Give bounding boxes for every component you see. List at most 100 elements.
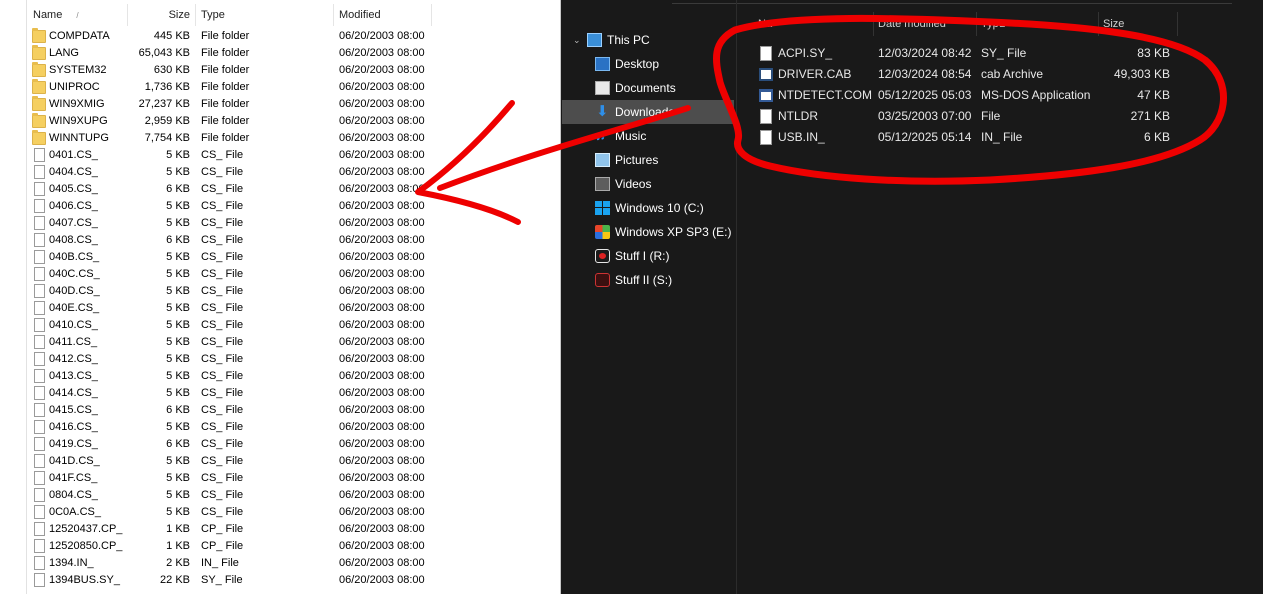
nav-item[interactable]: Windows 10 (C:) xyxy=(562,196,734,220)
chevron-down-icon[interactable]: ⌄ xyxy=(573,28,581,52)
nav-item[interactable]: Pictures xyxy=(562,148,734,172)
table-row[interactable]: 040E.CS_ 5 KB CS_ File 06/20/2003 08:00 xyxy=(28,300,560,317)
file-size: 5 KB xyxy=(166,166,190,178)
table-row[interactable]: 041F.CS_ 5 KB CS_ File 06/20/2003 08:00 xyxy=(28,470,560,487)
column-header-name[interactable]: Na xyxy=(754,12,874,36)
table-row[interactable]: 040B.CS_ 5 KB CS_ File 06/20/2003 08:00 xyxy=(28,249,560,266)
table-row[interactable]: LANG 65,043 KB File folder 06/20/2003 08:00 xyxy=(28,45,560,62)
column-header-size[interactable]: Size xyxy=(128,4,196,26)
file-name: 0C0A.CS_ xyxy=(49,506,101,518)
nav-item[interactable]: Desktop xyxy=(562,52,734,76)
nav-item[interactable]: Downloads xyxy=(562,100,734,124)
table-row[interactable]: 0804.CS_ 5 KB CS_ File 06/20/2003 08:00 xyxy=(28,487,560,504)
table-row[interactable]: 1394.IN_ 2 KB IN_ File 06/20/2003 08:00 xyxy=(28,555,560,572)
file-type: CS_ File xyxy=(201,506,244,518)
table-row[interactable]: UNIPROC 1,736 KB File folder 06/20/2003 08:… xyxy=(28,79,560,96)
file-type: File folder xyxy=(201,132,250,144)
nav-item[interactable]: Videos xyxy=(562,172,734,196)
file-icon xyxy=(34,369,45,383)
nav-item[interactable]: Stuff II (S:) xyxy=(562,268,734,292)
table-row[interactable]: 0419.CS_ 6 KB CS_ File 06/20/2003 08:00 xyxy=(28,436,560,453)
file-date-modified: 12/03/2024 08:54 xyxy=(878,67,972,81)
table-row[interactable]: 040D.CS_ 5 KB CS_ File 06/20/2003 08:00 xyxy=(28,283,560,300)
table-row[interactable]: 0405.CS_ 6 KB CS_ File 06/20/2003 08:00 xyxy=(28,181,560,198)
column-header-modified[interactable]: Modified xyxy=(334,4,432,26)
table-row[interactable]: 12520850.CP_ 1 KB CP_ File 06/20/2003 08:00 xyxy=(28,538,560,555)
pane-divider[interactable] xyxy=(736,0,737,594)
file-date-modified: 12/03/2024 08:42 xyxy=(878,46,972,60)
file-type: CS_ File xyxy=(201,489,244,501)
nav-item[interactable]: Windows XP SP3 (E:) xyxy=(562,220,734,244)
file-size: 6 KB xyxy=(1143,130,1170,144)
table-row[interactable]: 0411.CS_ 5 KB CS_ File 06/20/2003 08:00 xyxy=(28,334,560,351)
table-row[interactable]: ACPI.SY_ 12/03/2024 08:42 SY_ File 83 KB xyxy=(754,43,1184,64)
desktop-icon xyxy=(595,57,610,71)
table-row[interactable]: 12520437.CP_ 1 KB CP_ File 06/20/2003 08:00 xyxy=(28,521,560,538)
table-row[interactable]: COMPDATA 445 KB File folder 06/20/2003 08:0… xyxy=(28,28,560,45)
table-row[interactable]: 0407.CS_ 5 KB CS_ File 06/20/2003 08:00 xyxy=(28,215,560,232)
table-row[interactable]: 0406.CS_ 5 KB CS_ File 06/20/2003 08:00 xyxy=(28,198,560,215)
file-size: 5 KB xyxy=(166,200,190,212)
table-row[interactable]: NTDETECT.COM 05/12/2025 05:03 MS-DOS Appli… xyxy=(754,85,1184,106)
table-row[interactable]: 0415.CS_ 6 KB CS_ File 06/20/2003 08:00 xyxy=(28,402,560,419)
file-size: 6 KB xyxy=(166,183,190,195)
file-name: NTDETECT.COM xyxy=(778,88,872,102)
file-modified: 06/20/2003 08:00 xyxy=(339,302,425,314)
file-size: 6 KB xyxy=(166,438,190,450)
file-modified: 06/20/2003 08:00 xyxy=(339,30,425,42)
column-header-date-modified[interactable]: Date modified xyxy=(874,12,977,36)
file-name: 0413.CS_ xyxy=(49,370,98,382)
folder-icon xyxy=(32,28,46,43)
file-icon xyxy=(34,335,45,349)
file-type: File xyxy=(981,109,1001,123)
table-row[interactable]: WIN9XUPG 2,959 KB File folder 06/20/2003 08… xyxy=(28,113,560,130)
file-name: 0415.CS_ xyxy=(49,404,98,416)
table-row[interactable]: 0416.CS_ 5 KB CS_ File 06/20/2003 08:00 xyxy=(28,419,560,436)
table-row[interactable]: 040C.CS_ 5 KB CS_ File 06/20/2003 08:00 xyxy=(28,266,560,283)
table-row[interactable]: 0412.CS_ 5 KB CS_ File 06/20/2003 08:00 xyxy=(28,351,560,368)
file-modified: 06/20/2003 08:00 xyxy=(339,200,425,212)
xp-drive-icon xyxy=(595,225,610,239)
file-name: 0412.CS_ xyxy=(49,353,98,365)
file-type: MS-DOS Application xyxy=(981,88,1091,102)
file-modified: 06/20/2003 08:00 xyxy=(339,421,425,433)
file-icon xyxy=(34,199,45,213)
nav-item[interactable]: ⌄ This PC xyxy=(562,28,734,52)
table-row[interactable]: USB.IN_ 05/12/2025 05:14 IN_ File 6 KB xyxy=(754,127,1184,148)
file-icon xyxy=(34,165,45,179)
column-header-type[interactable]: Type xyxy=(977,12,1099,36)
table-row[interactable]: WIN9XMIG 27,237 KB File folder 06/20/2003 0… xyxy=(28,96,560,113)
table-row[interactable]: 0404.CS_ 5 KB CS_ File 06/20/2003 08:00 xyxy=(28,164,560,181)
file-size: 5 KB xyxy=(166,472,190,484)
nav-item[interactable]: Documents xyxy=(562,76,734,100)
file-modified: 06/20/2003 08:00 xyxy=(339,132,425,144)
table-row[interactable]: 041D.CS_ 5 KB CS_ File 06/20/2003 08:00 xyxy=(28,453,560,470)
table-row[interactable]: DRIVER.CAB 12/03/2024 08:54 cab Archive 49,… xyxy=(754,64,1184,85)
file-date-modified: 05/12/2025 05:03 xyxy=(878,88,972,102)
table-row[interactable]: NTLDR 03/25/2003 07:00 File 271 KB xyxy=(754,106,1184,127)
nav-item[interactable]: Music xyxy=(562,124,734,148)
column-header-type[interactable]: Type xyxy=(196,4,334,26)
file-size: 5 KB xyxy=(166,370,190,382)
file-name: 041F.CS_ xyxy=(49,472,98,484)
nav-item[interactable]: Stuff I (R:) xyxy=(562,244,734,268)
table-row[interactable]: WINNTUPG 7,754 KB File folder 06/20/2003 08… xyxy=(28,130,560,147)
file-name: WINNTUPG xyxy=(49,132,109,144)
column-header-name[interactable]: Name / xyxy=(28,4,128,26)
table-row[interactable]: 1394BUS.SY_ 22 KB SY_ File 06/20/2003 08:00 xyxy=(28,572,560,589)
table-row[interactable]: 0413.CS_ 5 KB CS_ File 06/20/2003 08:00 xyxy=(28,368,560,385)
table-row[interactable]: 0408.CS_ 6 KB CS_ File 06/20/2003 08:00 xyxy=(28,232,560,249)
file-modified: 06/20/2003 08:00 xyxy=(339,183,425,195)
table-row[interactable]: 0414.CS_ 5 KB CS_ File 06/20/2003 08:00 xyxy=(28,385,560,402)
table-row[interactable]: 0401.CS_ 5 KB CS_ File 06/20/2003 08:00 xyxy=(28,147,560,164)
file-modified: 06/20/2003 08:00 xyxy=(339,217,425,229)
nav-item-label: Documents xyxy=(615,81,676,95)
column-header-size[interactable]: Size xyxy=(1099,12,1178,36)
table-row[interactable]: SYSTEM32 630 KB File folder 06/20/2003 08:0… xyxy=(28,62,560,79)
table-row[interactable]: 0410.CS_ 5 KB CS_ File 06/20/2003 08:00 xyxy=(28,317,560,334)
table-row[interactable]: 0C0A.CS_ 5 KB CS_ File 06/20/2003 08:00 xyxy=(28,504,560,521)
file-type: CP_ File xyxy=(201,540,244,552)
file-icon xyxy=(34,556,45,570)
file-name: NTLDR xyxy=(778,109,819,123)
file-name: COMPDATA xyxy=(49,30,110,42)
